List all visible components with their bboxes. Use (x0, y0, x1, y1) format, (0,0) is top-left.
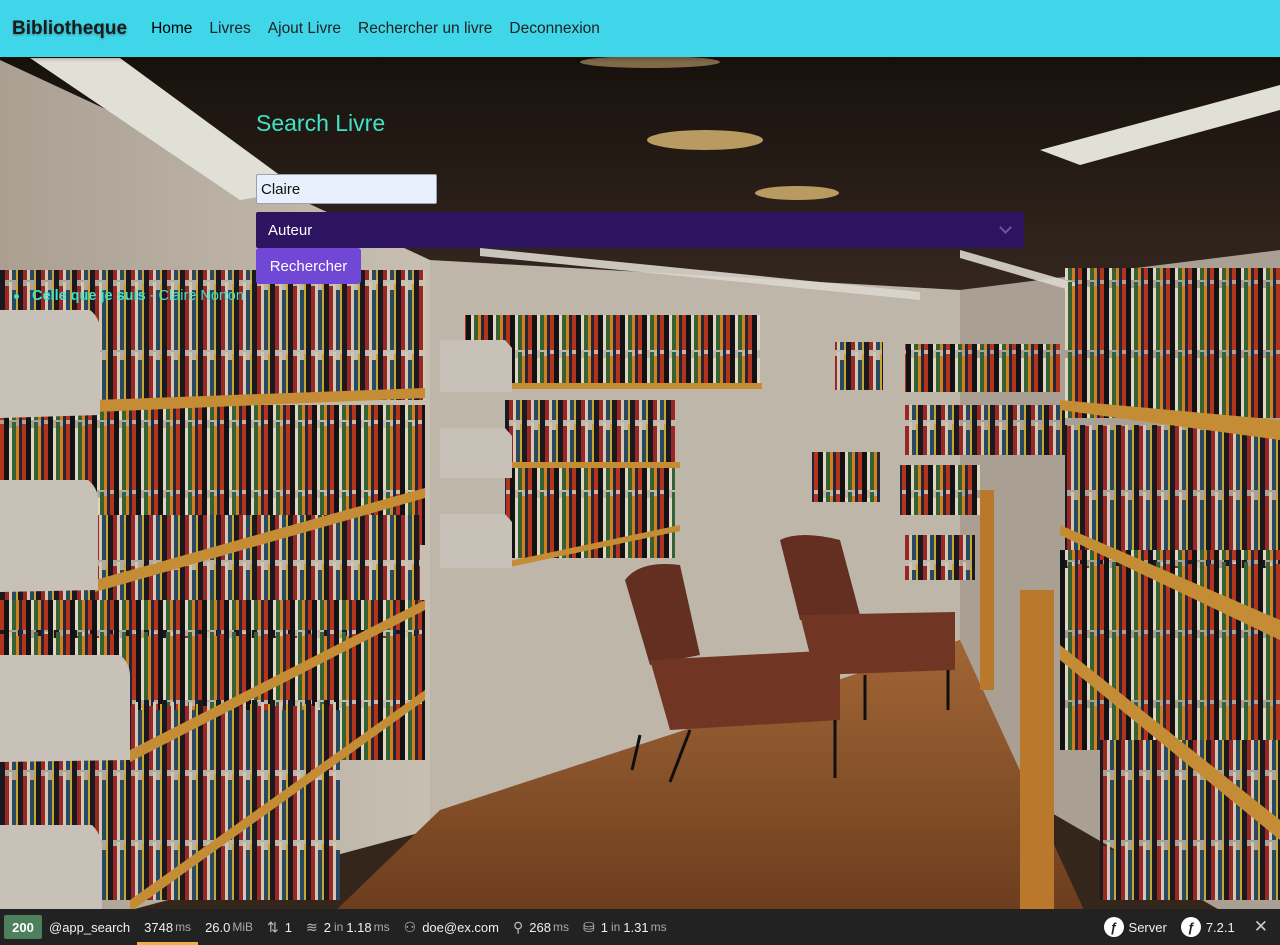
db-time: 1.31 (623, 919, 649, 935)
request-time[interactable]: 3748 ms (137, 909, 199, 945)
requests-icon: ⇅ (267, 918, 279, 935)
cache-unit: ms (552, 920, 569, 934)
layers-icon: ≋ (306, 918, 318, 935)
chevron-down-icon (999, 221, 1012, 234)
nav-link-ajout-livre[interactable]: Ajout Livre (268, 20, 341, 38)
twig-count: 2 (323, 919, 331, 935)
search-field-select[interactable]: Auteur (256, 212, 1024, 248)
twig-time: 1.18 (346, 919, 372, 935)
status-badge[interactable]: 200 (4, 915, 42, 939)
db-in: in (610, 920, 621, 934)
time-value: 3748 (144, 919, 174, 935)
cache-panel[interactable]: ⚲ 268 ms (506, 909, 576, 945)
server-panel[interactable]: ƒ Server (1097, 909, 1174, 945)
database-panel[interactable]: ⛁ 1 in 1.31 ms (576, 909, 674, 945)
symfony-logo-icon: ƒ (1103, 917, 1124, 937)
background-library-image (0, 0, 1280, 945)
twig-in: in (333, 920, 344, 934)
nav-link-livres[interactable]: Livres (209, 20, 250, 38)
symfony-version: 7.2.1 (1205, 919, 1235, 935)
memory-unit: MiB (232, 920, 254, 934)
symfony-logo-icon: ƒ (1180, 917, 1201, 937)
twig-panel[interactable]: ≋ 2 in 1.18 ms (299, 909, 397, 945)
symfony-version-panel[interactable]: ƒ 7.2.1 (1174, 909, 1242, 945)
db-unit: ms (650, 920, 667, 934)
nav-link-rechercher[interactable]: Rechercher un livre (358, 20, 492, 38)
route-label: @app_search (49, 919, 131, 935)
user-panel[interactable]: ⚇ doe@ex.com (397, 909, 506, 945)
page-title: Search Livre (256, 110, 386, 136)
cache-icon: ⚲ (513, 918, 524, 935)
results-list: Celle que je suis - Claire Norton (14, 288, 244, 304)
top-navbar: Bibliotheque Home Livres Ajout Livre Rec… (0, 0, 1280, 57)
search-input[interactable] (256, 174, 437, 204)
select-value: Auteur (268, 221, 313, 239)
twig-unit: ms (373, 920, 390, 934)
search-button[interactable]: Rechercher (256, 248, 361, 284)
time-unit: ms (175, 920, 192, 934)
cache-value: 268 (529, 919, 551, 935)
user-icon: ⚇ (403, 918, 417, 935)
requests-count: 1 (284, 919, 293, 935)
requests-panel[interactable]: ⇅ 1 (260, 909, 299, 945)
server-label: Server (1128, 919, 1167, 935)
memory-usage[interactable]: 26.0 MiB (198, 909, 260, 945)
nav-link-deconnexion[interactable]: Deconnexion (509, 20, 599, 38)
memory-value: 26.0 (205, 919, 231, 935)
bullet-icon (14, 293, 19, 299)
debug-toolbar: 200 @app_search 3748 ms 26.0 MiB ⇅ 1 ≋ 2… (0, 909, 1280, 945)
brand-logo-link[interactable]: Bibliotheque (12, 18, 127, 40)
route-name[interactable]: @app_search (42, 909, 137, 945)
database-icon: ⛁ (582, 918, 595, 935)
list-item: Celle que je suis - Claire Norton (14, 288, 244, 304)
close-icon[interactable]: ✕ (1242, 917, 1280, 937)
result-separator: - (149, 288, 155, 304)
result-author: Claire Norton (158, 288, 244, 304)
nav-link-home[interactable]: Home (151, 20, 192, 38)
result-book-title: Celle que je suis (32, 288, 146, 304)
user-email: doe@ex.com (422, 919, 499, 935)
db-queries: 1 (600, 919, 608, 935)
